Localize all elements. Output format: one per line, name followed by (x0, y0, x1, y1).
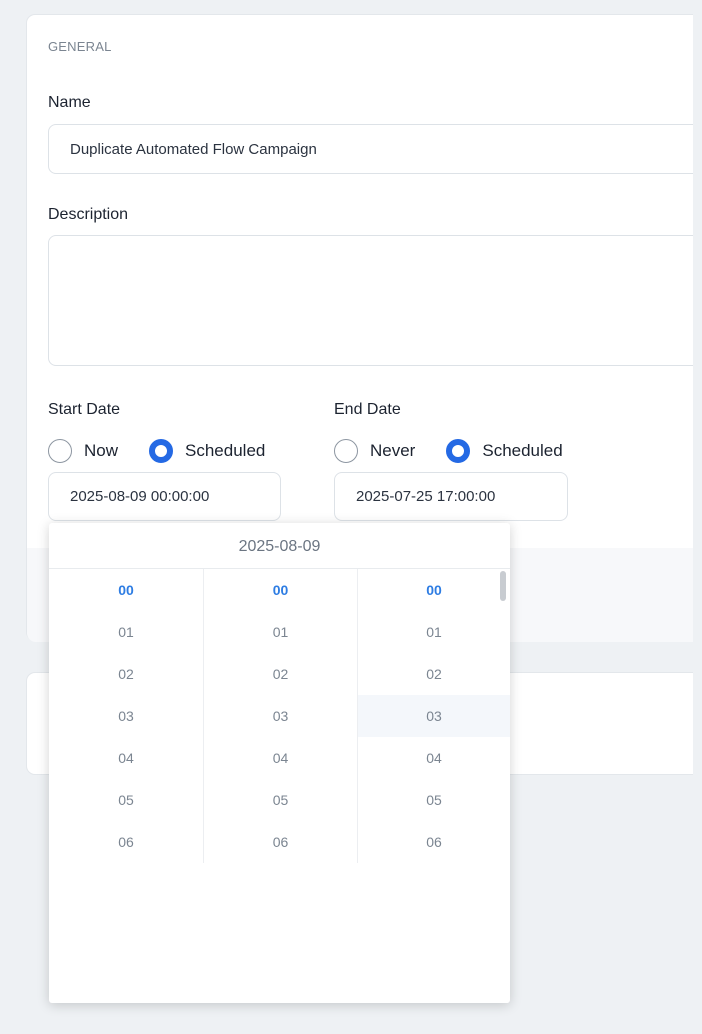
start-date-now-radio[interactable]: Now (48, 439, 118, 463)
hour-option[interactable]: 02 (49, 653, 203, 695)
start-date-scheduled-label: Scheduled (185, 441, 266, 460)
hour-option[interactable]: 05 (49, 779, 203, 821)
minute-option[interactable]: 01 (204, 611, 357, 653)
second-column[interactable]: 00 01 02 03 04 05 06 (357, 569, 510, 863)
hour-option[interactable]: 01 (49, 611, 203, 653)
minute-option[interactable]: 00 (204, 569, 357, 611)
scrollbar-thumb[interactable] (500, 571, 506, 601)
page-edge (693, 0, 702, 1034)
radio-checked-icon (446, 439, 471, 463)
description-textarea[interactable] (48, 235, 702, 366)
hour-option[interactable]: 06 (49, 821, 203, 863)
end-date-input[interactable]: 2025-07-25 17:00:00 (334, 472, 568, 521)
name-label: Name (48, 94, 91, 111)
end-date-never-radio[interactable]: Never (334, 439, 415, 463)
radio-unchecked-icon (334, 439, 358, 463)
minute-option[interactable]: 02 (204, 653, 357, 695)
start-date-label: Start Date (48, 401, 121, 418)
second-option[interactable]: 01 (358, 611, 510, 653)
second-option[interactable]: 06 (358, 821, 510, 863)
second-option[interactable]: 02 (358, 653, 510, 695)
end-date-never-label: Never (370, 441, 416, 460)
end-date-radio-group: Never Scheduled (334, 438, 563, 464)
start-date-now-label: Now (84, 441, 119, 460)
second-option[interactable]: 05 (358, 779, 510, 821)
second-option[interactable]: 04 (358, 737, 510, 779)
description-label: Description (48, 206, 129, 223)
radio-checked-icon (149, 439, 174, 463)
second-option[interactable]: 03 (358, 695, 510, 737)
name-input[interactable] (48, 124, 702, 174)
hour-column[interactable]: 00 01 02 03 04 05 06 (49, 569, 203, 863)
hour-option[interactable]: 03 (49, 695, 203, 737)
minute-option[interactable]: 05 (204, 779, 357, 821)
start-date-radio-group: Now Scheduled (48, 438, 265, 464)
minute-option[interactable]: 06 (204, 821, 357, 863)
minute-column[interactable]: 00 01 02 03 04 05 06 (203, 569, 357, 863)
hour-option[interactable]: 00 (49, 569, 203, 611)
minute-option[interactable]: 03 (204, 695, 357, 737)
end-date-label: End Date (334, 401, 401, 418)
hour-option[interactable]: 04 (49, 737, 203, 779)
second-option[interactable]: 00 (358, 569, 510, 611)
end-date-scheduled-radio[interactable]: Scheduled (446, 439, 563, 463)
time-picker-columns: 00 01 02 03 04 05 06 00 01 02 03 04 05 06 00 01 02 03 04… (49, 569, 510, 863)
end-date-scheduled-label: Scheduled (482, 441, 563, 460)
time-picker-dropdown: 2025-08-09 00 01 02 03 04 05 06 00 01 02 03 04 05 06… (49, 523, 510, 1003)
section-label-general: GENERAL (48, 39, 112, 54)
start-date-input[interactable]: 2025-08-09 00:00:00 (48, 472, 281, 521)
minute-option[interactable]: 04 (204, 737, 357, 779)
radio-unchecked-icon (48, 439, 72, 463)
start-date-scheduled-radio[interactable]: Scheduled (149, 439, 265, 463)
time-picker-date: 2025-08-09 (49, 523, 510, 569)
